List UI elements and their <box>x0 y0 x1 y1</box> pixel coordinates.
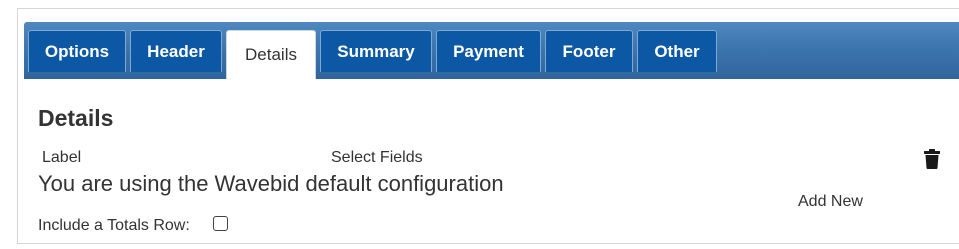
default-config-message: You are using the Wavebid default config… <box>38 171 504 196</box>
tab-summary[interactable]: Summary <box>320 30 432 72</box>
tab-footer[interactable]: Footer <box>545 30 633 72</box>
label-column-header: Label <box>42 149 82 166</box>
section-title: Details <box>38 105 114 131</box>
tab-options[interactable]: Options <box>28 30 126 72</box>
select-fields-column-header: Select Fields <box>331 149 423 166</box>
report-editor-panel: Options Header Details Summary Payment F… <box>17 8 959 244</box>
tab-header[interactable]: Header <box>130 30 222 72</box>
totals-row-label: Include a Totals Row: <box>38 217 190 234</box>
tab-details[interactable]: Details <box>226 30 316 79</box>
tab-bar: Options Header Details Summary Payment F… <box>24 22 959 79</box>
tab-other[interactable]: Other <box>637 30 717 72</box>
tab-payment[interactable]: Payment <box>436 30 541 72</box>
add-new-button[interactable]: Add New <box>798 193 863 211</box>
trash-icon[interactable] <box>924 149 940 169</box>
totals-row-checkbox[interactable] <box>213 216 228 231</box>
